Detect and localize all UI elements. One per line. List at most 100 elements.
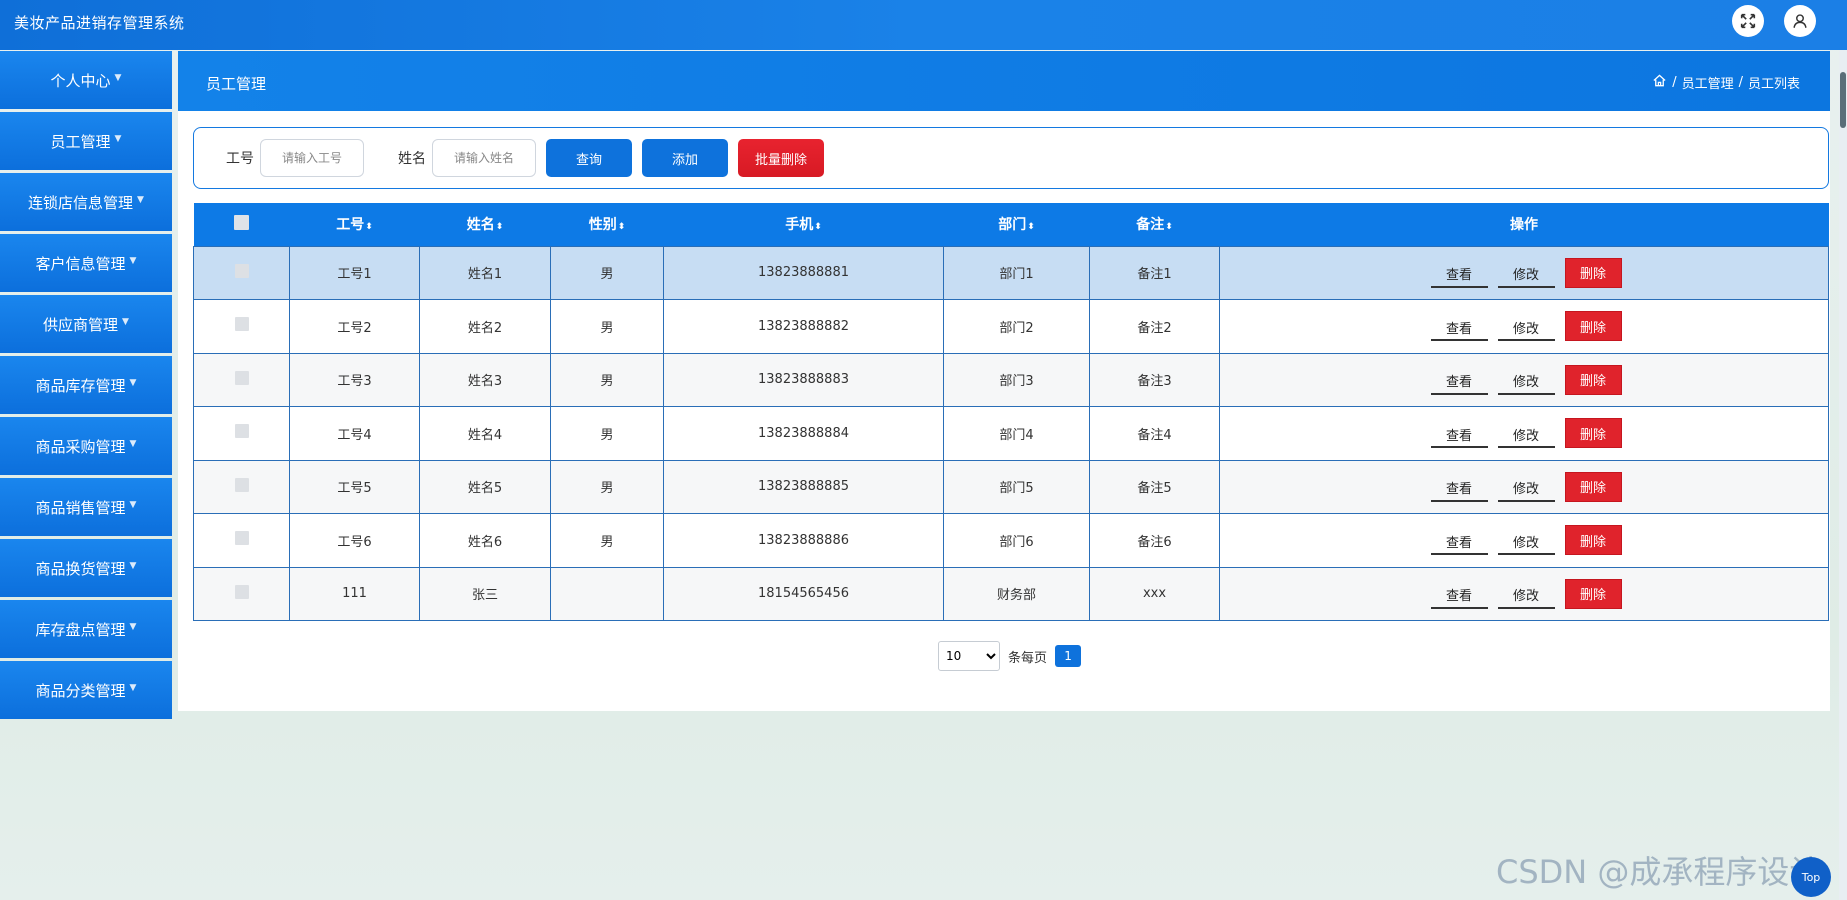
sidebar-item-inventory[interactable]: 商品库存管理 ▼ (0, 356, 172, 414)
batch-delete-button[interactable]: 批量删除 (738, 139, 824, 177)
view-button[interactable]: 查看 (1430, 365, 1488, 395)
sidebar-item-exchange[interactable]: 商品换货管理 ▼ (0, 539, 172, 597)
sidebar-item-customer[interactable]: 客户信息管理 ▼ (0, 234, 172, 292)
delete-button[interactable]: 删除 (1564, 578, 1622, 609)
name-search-input[interactable] (432, 139, 536, 177)
column-header-dept[interactable]: 部门⬍ (944, 203, 1090, 246)
view-button[interactable]: 查看 (1430, 579, 1488, 609)
sort-icon[interactable]: ⬍ (496, 222, 504, 232)
delete-button[interactable]: 删除 (1564, 525, 1622, 556)
user-icon[interactable] (1784, 5, 1816, 37)
page-title: 员工管理 (206, 75, 267, 93)
edit-button[interactable]: 修改 (1497, 258, 1555, 288)
sidebar-item-chain-store[interactable]: 连锁店信息管理 ▼ (0, 173, 172, 231)
cell-actions: 查看 修改 删除 (1219, 406, 1829, 461)
back-to-top-button[interactable]: Top (1791, 857, 1831, 897)
edit-button[interactable]: 修改 (1497, 365, 1555, 395)
table-row[interactable]: 工号6 姓名6 男 13823888886 部门6 备注6 查看 修改 删除 (193, 513, 1829, 568)
sidebar-item-category[interactable]: 商品分类管理 ▼ (0, 661, 172, 719)
sidebar-item-purchase[interactable]: 商品采购管理 ▼ (0, 417, 172, 475)
table-row[interactable]: 工号5 姓名5 男 13823888885 部门5 备注5 查看 修改 删除 (193, 459, 1829, 514)
column-header-label: 备注 (1136, 217, 1165, 234)
cell-actions: 查看 修改 删除 (1219, 352, 1829, 407)
table-row[interactable]: 工号1 姓名1 男 13823888881 部门1 备注1 查看 修改 删除 (193, 245, 1829, 300)
fullscreen-icon[interactable] (1732, 5, 1764, 37)
query-button[interactable]: 查询 (546, 139, 632, 177)
row-checkbox[interactable] (234, 531, 249, 546)
delete-button[interactable]: 删除 (1564, 418, 1622, 449)
sort-icon[interactable]: ⬍ (618, 222, 626, 232)
sidebar-item-supplier[interactable]: 供应商管理 ▼ (0, 295, 172, 353)
view-button[interactable]: 查看 (1430, 311, 1488, 342)
column-header-id[interactable]: 工号⬍ (290, 203, 420, 246)
sidebar-item-label: 员工管理 (50, 132, 111, 151)
select-all-header[interactable] (194, 203, 290, 246)
chevron-down-icon: ▼ (114, 134, 122, 144)
view-button[interactable]: 查看 (1430, 418, 1488, 449)
page-number-button[interactable]: 1 (1055, 645, 1082, 667)
cell-actions: 查看 修改 删除 (1219, 513, 1829, 568)
chevron-down-icon: ▼ (129, 439, 137, 449)
sort-icon[interactable]: ⬍ (814, 222, 822, 232)
row-checkbox[interactable] (234, 263, 249, 278)
table-row[interactable]: 工号4 姓名4 男 13823888884 部门4 备注4 查看 修改 删除 (193, 406, 1829, 461)
sidebar-item-label: 客户信息管理 (35, 254, 126, 273)
row-select-cell (193, 459, 290, 514)
cell-note: 备注1 (1089, 245, 1220, 300)
delete-button[interactable]: 删除 (1564, 311, 1622, 342)
row-checkbox[interactable] (234, 477, 249, 492)
edit-button[interactable]: 修改 (1497, 472, 1555, 502)
chevron-down-icon: ▼ (129, 256, 137, 266)
chevron-down-icon: ▼ (129, 378, 137, 388)
sidebar-item-stocktake[interactable]: 库存盘点管理 ▼ (0, 600, 172, 658)
cell-note: 备注3 (1089, 352, 1220, 407)
sort-icon[interactable]: ⬍ (365, 222, 373, 232)
cell-name: 姓名1 (419, 245, 551, 300)
edit-button[interactable]: 修改 (1497, 525, 1555, 556)
id-search-input[interactable] (260, 139, 364, 177)
sidebar-item-personal-center[interactable]: 个人中心 ▼ (0, 51, 172, 109)
table-row[interactable]: 工号2 姓名2 男 13823888882 部门2 备注2 查看 修改 删除 (193, 299, 1829, 354)
cell-id: 工号4 (289, 406, 420, 461)
edit-button[interactable]: 修改 (1497, 418, 1555, 449)
cell-dept: 部门3 (943, 352, 1090, 407)
select-all-checkbox[interactable] (234, 214, 249, 230)
app-title: 美妆产品进销存管理系统 (14, 14, 185, 32)
cell-phone: 13823888881 (663, 245, 944, 300)
row-checkbox[interactable] (234, 424, 249, 439)
edit-button[interactable]: 修改 (1497, 311, 1555, 342)
home-icon[interactable] (1652, 73, 1667, 92)
column-header-name[interactable]: 姓名⬍ (420, 203, 551, 246)
column-header-gender[interactable]: 性别⬍ (551, 203, 664, 246)
add-button[interactable]: 添加 (642, 139, 728, 177)
view-button[interactable]: 查看 (1430, 258, 1488, 288)
table-row[interactable]: 111 张三 18154565456 财务部 xxx 查看 修改 删除 (193, 566, 1829, 621)
delete-button[interactable]: 删除 (1564, 364, 1622, 395)
cell-note: 备注4 (1089, 406, 1220, 461)
breadcrumb-level1[interactable]: 员工管理 (1682, 73, 1734, 92)
sidebar-item-employee[interactable]: 员工管理 ▼ (0, 112, 172, 170)
row-checkbox[interactable] (234, 370, 249, 385)
cell-id: 工号6 (289, 513, 420, 568)
cell-id: 工号5 (289, 459, 420, 514)
cell-id: 工号1 (289, 245, 420, 300)
sort-icon[interactable]: ⬍ (1165, 222, 1173, 232)
column-header-phone[interactable]: 手机⬍ (664, 203, 944, 246)
view-button[interactable]: 查看 (1430, 472, 1488, 502)
table-row[interactable]: 工号3 姓名3 男 13823888883 部门3 备注3 查看 修改 删除 (193, 352, 1829, 407)
sidebar-item-sales[interactable]: 商品销售管理 ▼ (0, 478, 172, 536)
row-checkbox[interactable] (234, 584, 249, 599)
view-button[interactable]: 查看 (1430, 525, 1488, 556)
delete-button[interactable]: 删除 (1564, 257, 1622, 288)
sidebar-item-label: 商品库存管理 (35, 376, 126, 395)
edit-button[interactable]: 修改 (1497, 579, 1555, 609)
row-checkbox[interactable] (234, 317, 249, 332)
column-header-note[interactable]: 备注⬍ (1090, 203, 1220, 246)
cell-actions: 查看 修改 删除 (1219, 566, 1829, 621)
scrollbar-thumb[interactable] (1840, 72, 1846, 128)
breadcrumb-level2: 员工列表 (1747, 77, 1800, 92)
delete-button[interactable]: 删除 (1564, 471, 1622, 502)
page-size-select[interactable]: 10 (938, 641, 1000, 671)
scrollbar[interactable] (1839, 50, 1847, 900)
sort-icon[interactable]: ⬍ (1027, 222, 1035, 232)
